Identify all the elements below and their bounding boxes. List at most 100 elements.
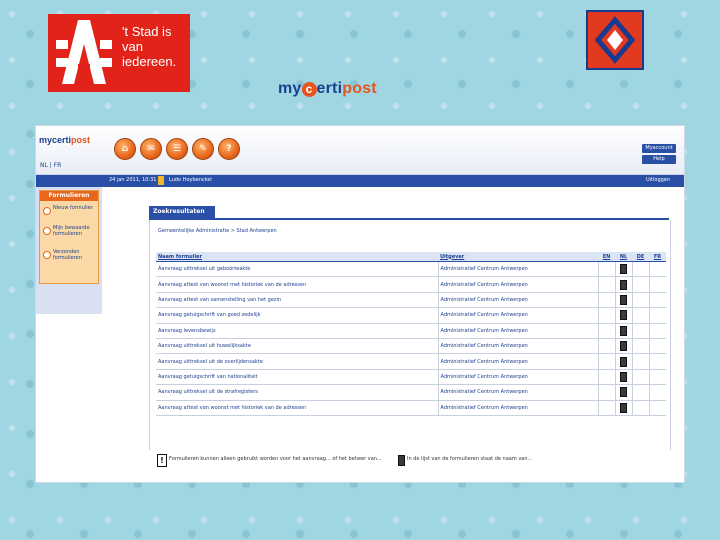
language-cell-nl[interactable] bbox=[614, 261, 632, 278]
document-icon[interactable] bbox=[620, 341, 627, 352]
sidebar-item-new-form[interactable]: Nieuw formulier bbox=[42, 205, 98, 225]
language-cell-nl[interactable] bbox=[614, 292, 632, 309]
language-cell-en bbox=[597, 353, 615, 370]
sidebar-title: Formulieren bbox=[40, 191, 98, 201]
breadcrumb: Gemeentelijke Administratie > Stad Antwe… bbox=[158, 228, 277, 234]
home-icon[interactable]: ⌂ bbox=[114, 138, 136, 160]
sidebar-forms-box: Formulieren Nieuw formulier Mijn bewaard… bbox=[39, 190, 99, 284]
language-cell-fr bbox=[648, 400, 666, 416]
sidebar-item-sent-forms[interactable]: Verzonden formulieren bbox=[42, 249, 98, 269]
publisher-cell: Administratief Centrum Antwerpen bbox=[437, 369, 598, 386]
form-name-link[interactable]: Aanvraag uittreksel uit huwelijksakte bbox=[156, 338, 438, 355]
info-text: In de lijst van de formulieren staat de … bbox=[407, 456, 533, 462]
table-row[interactable]: Aanvraag levensbewijs Administratief Cent… bbox=[156, 323, 666, 339]
language-cell-nl[interactable] bbox=[614, 384, 632, 401]
language-cell-fr bbox=[648, 353, 666, 370]
language-cell-de bbox=[631, 323, 649, 339]
forms-icon[interactable]: ☰ bbox=[166, 138, 188, 160]
document-icon[interactable] bbox=[620, 325, 627, 336]
language-cell-nl[interactable] bbox=[614, 400, 632, 416]
language-cell-nl[interactable] bbox=[614, 338, 632, 355]
column-header-de[interactable]: DE bbox=[632, 252, 649, 262]
table-row[interactable]: Aanvraag uittreksel uit geboorteakte Admi… bbox=[156, 261, 666, 278]
breadcrumb-item[interactable]: Gemeentelijke Administratie bbox=[158, 228, 229, 234]
brand-part-post: post bbox=[71, 135, 91, 145]
document-icon[interactable] bbox=[620, 402, 627, 413]
language-cell-fr bbox=[648, 276, 666, 293]
form-name-link[interactable]: Aanvraag uittreksel uit de overlijdensak… bbox=[156, 353, 438, 370]
form-name-link[interactable]: Aanvraag getuigschrift van goed zedelijk bbox=[156, 307, 438, 324]
table-row[interactable]: Aanvraag attest van samenstelling van he… bbox=[156, 292, 666, 309]
language-cell-nl[interactable] bbox=[614, 369, 632, 386]
publisher-cell: Administratief Centrum Antwerpen bbox=[437, 338, 598, 355]
app-brand-logo[interactable]: mycertipost bbox=[39, 135, 90, 145]
form-name-link[interactable]: Aanvraag attest van woonst met historiek… bbox=[156, 400, 438, 416]
language-cell-nl[interactable] bbox=[614, 323, 632, 339]
sidebar-item-saved-forms[interactable]: Mijn bewaarde formulieren bbox=[42, 225, 98, 245]
language-cell-de bbox=[631, 338, 649, 355]
language-cell-de bbox=[631, 292, 649, 309]
new-form-icon bbox=[43, 207, 51, 215]
form-name-link[interactable]: Aanvraag uittreksel uit geboorteakte bbox=[156, 261, 438, 278]
table-row[interactable]: Aanvraag attest van woonst met historiek… bbox=[156, 276, 666, 293]
language-switch[interactable]: NL | FR bbox=[40, 162, 61, 169]
table-row[interactable]: Aanvraag uittreksel uit de strafregister… bbox=[156, 384, 666, 401]
post-logo bbox=[586, 10, 644, 70]
language-cell-nl[interactable] bbox=[614, 353, 632, 370]
table-row[interactable]: Aanvraag getuigschrift van goed zedelijk… bbox=[156, 307, 666, 324]
warning-icon: ! bbox=[157, 454, 167, 467]
form-name-link[interactable]: Aanvraag attest van woonst met historiek… bbox=[156, 276, 438, 293]
language-cell-nl[interactable] bbox=[614, 307, 632, 324]
publisher-cell: Administratief Centrum Antwerpen bbox=[437, 261, 598, 278]
language-cell-en bbox=[597, 338, 615, 355]
publisher-cell: Administratief Centrum Antwerpen bbox=[437, 323, 598, 339]
document-icon[interactable] bbox=[620, 356, 627, 367]
help-button[interactable]: Help bbox=[642, 155, 676, 164]
table-row[interactable]: Aanvraag uittreksel uit de overlijdensak… bbox=[156, 353, 666, 370]
publisher-cell: Administratief Centrum Antwerpen bbox=[437, 384, 598, 401]
table-row[interactable]: Aanvraag getuigschrift van nationaliteit… bbox=[156, 369, 666, 386]
publisher-cell: Administratief Centrum Antwerpen bbox=[437, 400, 598, 416]
language-cell-fr bbox=[648, 292, 666, 309]
language-cell-en bbox=[597, 292, 615, 309]
title-part-c: c bbox=[301, 82, 317, 97]
document-icon[interactable] bbox=[620, 279, 627, 290]
form-name-link[interactable]: Aanvraag getuigschrift van nationaliteit bbox=[156, 369, 438, 386]
info-bar: ! Formulieren kunnen alleen gebruikt wor… bbox=[149, 452, 669, 468]
column-header-en[interactable]: EN bbox=[598, 252, 615, 262]
column-header-publisher[interactable]: Uitgever bbox=[438, 252, 598, 262]
settings-icon[interactable]: ✎ bbox=[192, 138, 214, 160]
column-header-nl[interactable]: NL bbox=[615, 252, 632, 262]
breadcrumb-item[interactable]: Stad Antwerpen bbox=[237, 228, 277, 234]
language-cell-nl[interactable] bbox=[614, 276, 632, 293]
document-icon[interactable] bbox=[620, 371, 627, 382]
form-name-link[interactable]: Aanvraag levensbewijs bbox=[156, 323, 438, 339]
document-icon[interactable] bbox=[620, 387, 627, 398]
form-name-link[interactable]: Aanvraag uittreksel uit de strafregister… bbox=[156, 384, 438, 401]
document-icon[interactable] bbox=[620, 294, 627, 305]
tab-search-results[interactable]: Zoekresultaten bbox=[149, 206, 215, 218]
document-icon[interactable] bbox=[620, 264, 627, 275]
language-cell-en bbox=[597, 369, 615, 386]
search-results-panel: Gemeentelijke Administratie > Stad Antwe… bbox=[149, 220, 671, 450]
language-cell-en bbox=[597, 400, 615, 416]
language-cell-fr bbox=[648, 338, 666, 355]
publisher-cell: Administratief Centrum Antwerpen bbox=[437, 292, 598, 309]
document-icon[interactable] bbox=[620, 310, 627, 321]
myaccount-button[interactable]: Myaccount bbox=[642, 144, 676, 153]
mail-icon[interactable]: ✉ bbox=[140, 138, 162, 160]
brand-part-erti: erti bbox=[57, 135, 72, 145]
language-cell-en bbox=[597, 261, 615, 278]
column-header-fr[interactable]: FR bbox=[649, 252, 666, 262]
help-icon[interactable]: ? bbox=[218, 138, 240, 160]
table-row[interactable]: Aanvraag attest van woonst met historiek… bbox=[156, 400, 666, 416]
column-header-name[interactable]: Naam formulier bbox=[156, 252, 438, 262]
language-cell-de bbox=[631, 369, 649, 386]
logout-link[interactable]: Uitloggen bbox=[646, 177, 670, 183]
language-cell-en bbox=[597, 323, 615, 339]
sidebar-item-label: Mijn bewaarde formulieren bbox=[53, 225, 90, 237]
language-cell-en bbox=[597, 307, 615, 324]
language-cell-fr bbox=[648, 307, 666, 324]
table-row[interactable]: Aanvraag uittreksel uit huwelijksakte Adm… bbox=[156, 338, 666, 355]
form-name-link[interactable]: Aanvraag attest van samenstelling van he… bbox=[156, 292, 438, 309]
